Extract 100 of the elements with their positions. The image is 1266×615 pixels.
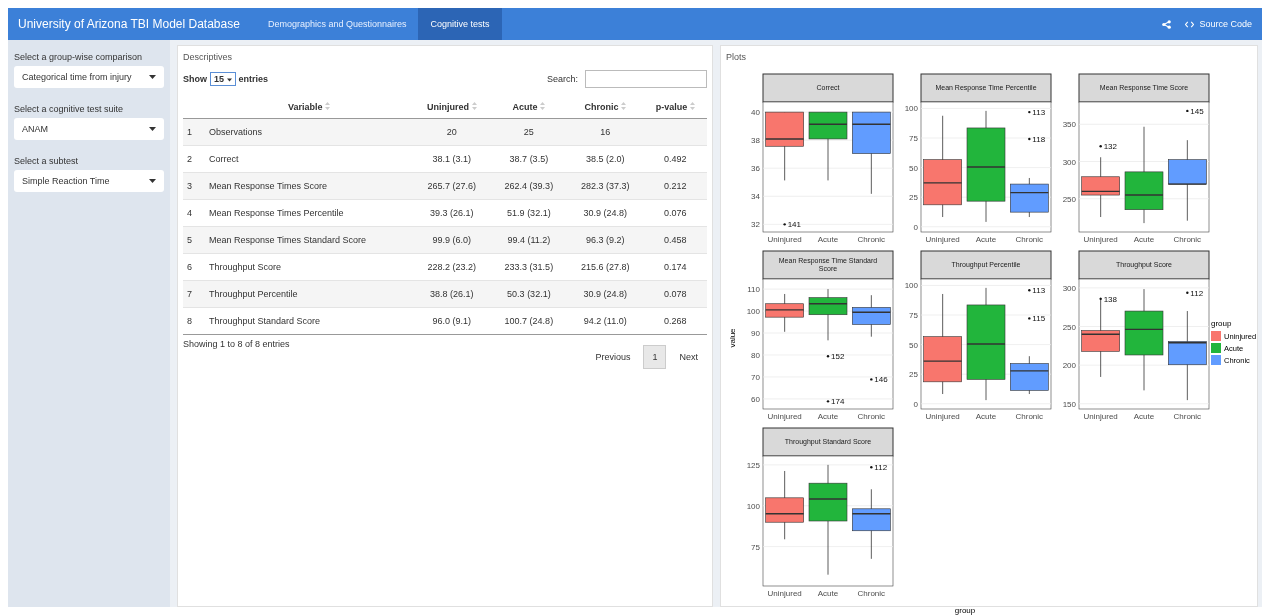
outlier-label: 138: [1103, 294, 1118, 304]
entries-label: entries: [238, 74, 269, 84]
sort-icon[interactable]: [621, 102, 626, 110]
axis-tick-label: 80: [751, 351, 760, 360]
search-label: Search:: [546, 74, 578, 84]
sort-icon[interactable]: [689, 102, 695, 110]
axis-tick-label: 100: [746, 501, 760, 511]
outlier-point: [870, 378, 873, 381]
outlier-point: [783, 223, 786, 226]
axis-tick-label: 32: [751, 220, 760, 230]
show-label: Show: [183, 74, 207, 84]
table-cell: Throughput Standard Score: [209, 316, 321, 326]
sort-icon[interactable]: [471, 102, 477, 110]
category-label: Chronic: [1173, 412, 1202, 421]
column-header[interactable]: Uninjured: [427, 102, 470, 112]
axis-tick-label: 100: [904, 281, 918, 291]
axis-tick-label: 150: [1062, 399, 1076, 409]
outlier-point: [1099, 297, 1102, 301]
category-label: Chronic: [1173, 235, 1202, 244]
table-cell: 96.3 (9.2): [586, 235, 625, 245]
outlier-label: 118: [1032, 134, 1046, 144]
outlier-label: 146: [874, 375, 888, 385]
table-cell: Correct: [209, 154, 239, 164]
axis-tick-label: 200: [1062, 361, 1076, 371]
category-label: Uninjured: [925, 235, 960, 244]
table-cell: 99.9 (6.0): [432, 235, 472, 245]
caret-icon: [149, 127, 156, 131]
category-label: Acute: [817, 589, 839, 598]
nav-tab[interactable]: Demographics and Questionnaires: [255, 8, 419, 40]
table-cell: 39.3 (26.1): [430, 208, 474, 218]
box-plot-drawing: [851, 488, 892, 560]
table-cell: 96.0 (9.1): [432, 316, 472, 326]
table-info: Showing 1 to 8 of 8 entries: [183, 339, 290, 351]
share-icon[interactable]: [1162, 19, 1172, 29]
axis-tick-label: 75: [909, 311, 918, 320]
outlier-label: 145: [1190, 106, 1204, 116]
axis-tick-label: 34: [751, 192, 760, 202]
category-label: Chronic: [857, 589, 886, 598]
outlier-label: 112: [1190, 288, 1204, 298]
table-cell: 30.9 (24.8): [583, 208, 627, 218]
outlier-label: 112: [874, 463, 888, 473]
table-cell: 6: [187, 262, 192, 272]
search-field[interactable]: [585, 70, 707, 88]
page-size-select[interactable]: 15: [210, 72, 236, 86]
input-label: Select a group-wise comparison: [14, 52, 144, 62]
outlier-label: 113: [1032, 108, 1046, 118]
column-header[interactable]: Variable: [287, 102, 323, 112]
axis-tick-label: 300: [1062, 157, 1076, 167]
column-header[interactable]: p-value: [655, 102, 688, 112]
category-label: Uninjured: [1083, 235, 1118, 244]
select-dropdown[interactable]: ANAM: [14, 118, 164, 140]
category-label: Acute: [1133, 412, 1155, 421]
nav-tab[interactable]: Cognitive tests: [418, 8, 502, 40]
outlier-point: [1028, 289, 1031, 292]
axis-tick-label: 25: [909, 193, 918, 203]
column-header[interactable]: Chronic: [584, 102, 619, 112]
axis-tick-label: 125: [746, 460, 760, 470]
sort-icon[interactable]: [325, 102, 330, 110]
axis-tick-label: 110: [747, 285, 760, 295]
pagination-button[interactable]: Next: [670, 345, 707, 369]
table-cell: 50.3 (32.1): [507, 289, 551, 299]
select-dropdown[interactable]: Simple Reaction Time: [14, 170, 164, 192]
outlier-point: [1028, 137, 1031, 141]
table-cell: 38.5 (2.0): [586, 154, 625, 164]
category-label: Chronic: [857, 235, 886, 244]
table-cell: 265.7 (27.6): [427, 181, 477, 191]
select-dropdown[interactable]: Categorical time from injury: [14, 66, 164, 88]
pagination-button[interactable]: Previous: [586, 345, 640, 369]
x-axis-title: group: [954, 606, 976, 615]
axis-tick-label: 70: [751, 372, 760, 382]
outlier-point: [1099, 145, 1102, 148]
table-cell: Mean Response Times Score: [209, 181, 328, 191]
table-cell: 0.076: [663, 208, 687, 218]
table-cell: 262.4 (39.3): [504, 181, 554, 191]
pagination-button[interactable]: 1: [643, 345, 667, 369]
axis-tick-label: 50: [909, 163, 918, 173]
table-cell: 30.9 (24.8): [583, 289, 627, 299]
outlier-label: 141: [787, 220, 802, 230]
axis-tick-label: 50: [909, 340, 918, 350]
table-cell: 38.1 (3.1): [432, 154, 472, 164]
table-cell: 0.492: [663, 154, 687, 164]
table-cell: 0.078: [663, 289, 687, 299]
axis-tick-label: 60: [751, 394, 760, 404]
box-plot-drawing: [764, 111, 805, 181]
outlier-label: 113: [1032, 286, 1046, 296]
category-label: Acute: [975, 235, 997, 244]
caret-icon: [149, 75, 156, 79]
app-title[interactable]: University of Arizona TBI Model Database: [8, 8, 256, 40]
axis-tick-label: 36: [751, 164, 760, 174]
category-label: Uninjured: [1083, 412, 1118, 421]
source-code-link[interactable]: Source Code: [1185, 19, 1252, 29]
outlier-label: 174: [831, 397, 845, 407]
y-axis-title: value: [728, 328, 737, 348]
sort-icon[interactable]: [540, 102, 546, 110]
input-label: Select a cognitive test suite: [14, 104, 125, 114]
table-cell: 7: [187, 289, 192, 299]
table-cell: 25: [523, 127, 534, 137]
outlier-label: 152: [831, 352, 845, 362]
column-header[interactable]: Acute: [512, 102, 538, 112]
table-cell: 8: [187, 316, 192, 326]
